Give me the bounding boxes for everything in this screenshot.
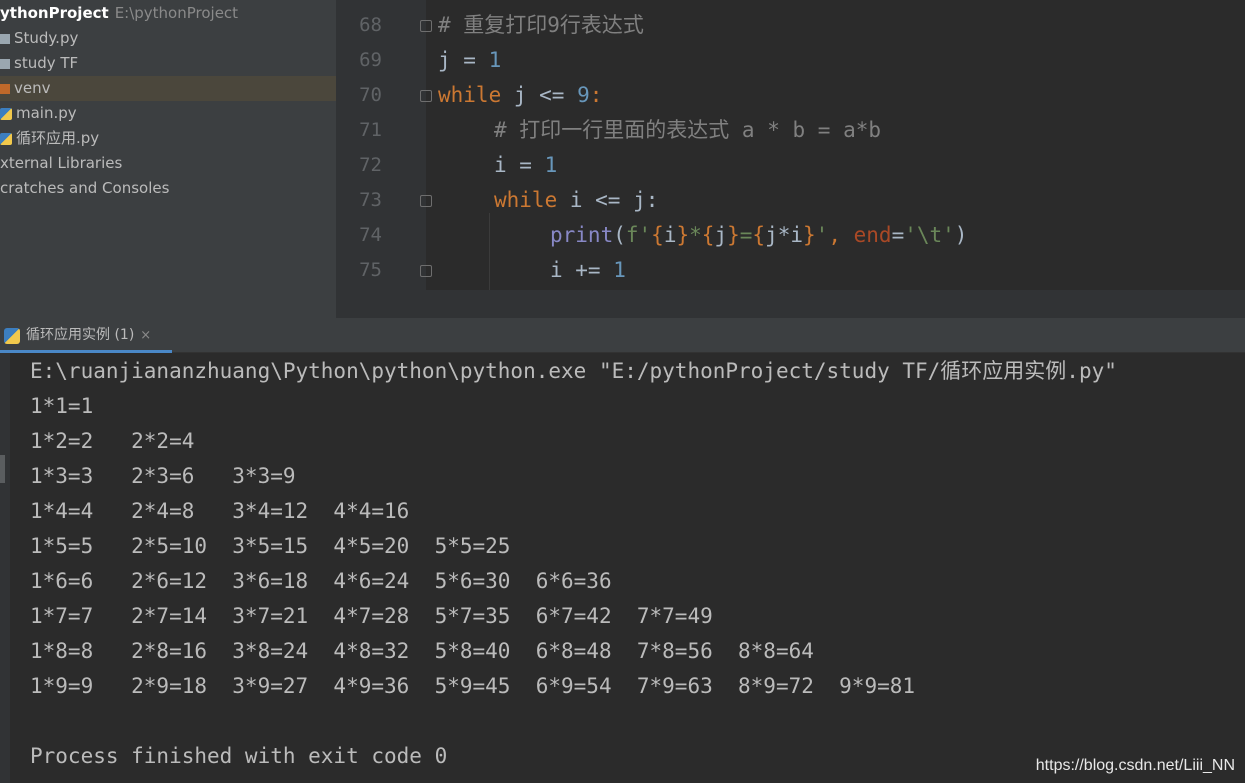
project-root-row[interactable]: ythonProject E:\pythonProject [0,1,336,26]
line-number: 74 [359,224,382,246]
tree-item-label: study TF [14,54,79,72]
editor-bottom-area [336,290,1245,318]
fold-marker-icon[interactable] [420,20,432,32]
close-tab-icon[interactable]: × [140,328,151,343]
console-output-line: 1*2=2 2*2=4 [30,429,195,453]
line-number: 69 [359,49,382,71]
watermark-url: https://blog.csdn.net/Liii_NN [1035,757,1235,774]
tree-item-main-py[interactable]: main.py [0,101,336,126]
tree-item-venv[interactable]: venv [0,76,336,101]
console-command-line: E:\ruanjiananzhuang\Python\python\python… [30,359,1117,383]
fold-marker-icon[interactable] [420,265,432,277]
tree-item-label: cratches and Consoles [0,179,170,197]
fold-marker-icon[interactable] [420,90,432,102]
project-path: E:\pythonProject [114,4,239,22]
console-output-line: 1*1=1 [30,394,94,418]
line-number: 68 [359,14,382,36]
editor-gutter: 68 69 70 71 72 73 74 75 [336,0,426,290]
project-name: ythonProject [0,4,109,22]
code-editor[interactable]: 68 69 70 71 72 73 74 75 # 重复打印9行表达式 j = … [336,0,1245,290]
console-output-line: 1*3=3 2*3=6 3*3=9 [30,464,296,488]
tree-item-label: main.py [16,104,77,122]
console-output-line: 1*7=7 2*7=14 3*7=21 4*7=28 5*7=35 6*7=42… [30,604,713,628]
code-line-75: i += 1 [550,258,626,282]
fold-marker-icon[interactable] [420,195,432,207]
console-gutter [0,353,10,783]
indent-guide [489,213,490,290]
tree-item-loop-py[interactable]: 循环应用.py [0,126,336,151]
console-exit-status: Process finished with exit code 0 [30,744,448,768]
python-run-icon [4,328,20,344]
code-line-71: # 打印一行里面的表达式 a * b = a*b [494,118,882,142]
excluded-folder-icon [0,83,10,94]
run-console-output[interactable]: E:\ruanjiananzhuang\Python\python\python… [10,353,1245,783]
project-tree-panel: ythonProject E:\pythonProject Study.py st… [0,0,336,318]
line-number: 75 [359,259,382,281]
tree-item-label: venv [14,79,51,97]
line-number: 71 [359,119,382,141]
code-line-72: i = 1 [494,153,558,177]
tree-item-scratches[interactable]: cratches and Consoles [0,176,336,201]
run-tab[interactable]: 循环应用实例 (1) × [0,318,172,353]
console-output-line: 1*6=6 2*6=12 3*6=18 4*6=24 5*6=30 6*6=36 [30,569,612,593]
tree-item-study-tf[interactable]: study TF [0,51,336,76]
code-line-74: print(f'{i}*{j}={j*i}', end='\t') [550,223,968,247]
tree-item-label: 循环应用.py [16,129,100,147]
console-output-line: 1*4=4 2*4=8 3*4=12 4*4=16 [30,499,410,523]
code-line-70: while j <= 9: [438,83,603,107]
line-number: 72 [359,154,382,176]
console-output-line: 1*5=5 2*5=10 3*5=15 4*5=20 5*5=25 [30,534,511,558]
scroll-marker [0,455,5,483]
run-toolbar: 循环应用实例 (1) × [0,318,1245,353]
code-line-73: while i <= j: [494,188,659,212]
run-tab-label: 循环应用实例 (1) [26,327,135,343]
folder-icon [0,33,10,44]
folder-icon [0,58,10,69]
tree-item-study-py[interactable]: Study.py [0,26,336,51]
line-number: 70 [359,84,382,106]
python-file-icon [0,107,12,120]
tree-item-label: Study.py [14,29,79,47]
tree-item-label: xternal Libraries [0,154,123,172]
code-line-68: # 重复打印9行表达式 [438,13,644,37]
python-file-icon [0,132,12,145]
code-line-69: j = 1 [438,48,502,72]
tree-item-external-libraries[interactable]: xternal Libraries [0,151,336,176]
console-output-line: 1*8=8 2*8=16 3*8=24 4*8=32 5*8=40 6*8=48… [30,639,814,663]
console-output-line: 1*9=9 2*9=18 3*9=27 4*9=36 5*9=45 6*9=54… [30,674,916,698]
line-number: 73 [359,189,382,211]
